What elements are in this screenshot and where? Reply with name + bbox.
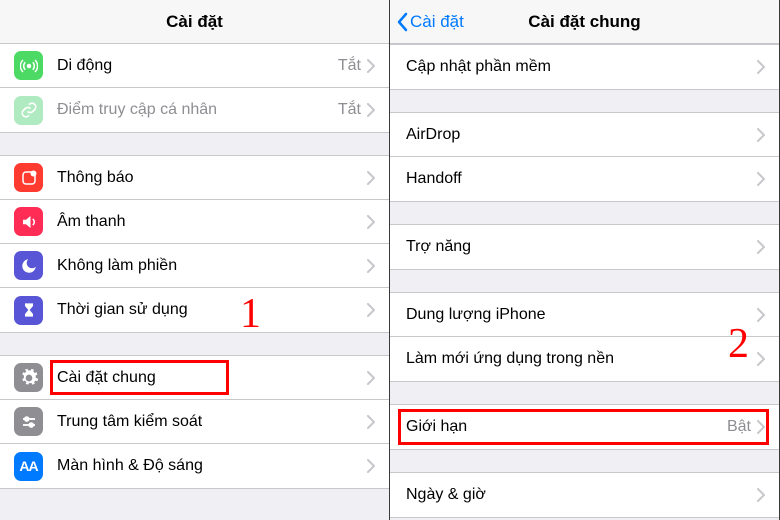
chevron-right-icon (367, 259, 375, 273)
settings-row[interactable]: Handoff (390, 157, 779, 201)
general-list[interactable]: Cập nhật phần mềm AirDrop Handoff Trợ năng D… (390, 44, 779, 520)
row-label: Không làm phiền (57, 257, 367, 275)
row-label: Âm thanh (57, 213, 367, 231)
navbar: Cài đặt (0, 0, 389, 44)
row-label: Cài đặt chung (57, 369, 367, 387)
row-label: Trợ năng (406, 238, 757, 256)
row-label: Cập nhật phần mềm (406, 58, 757, 76)
settings-row[interactable]: Trung tâm kiểm soát (0, 400, 389, 444)
chevron-right-icon (757, 488, 765, 502)
settings-row[interactable]: Dung lượng iPhone (390, 293, 779, 337)
navbar-title: Cài đặt chung (528, 12, 640, 32)
cellular-icon (14, 51, 43, 80)
row-label: Handoff (406, 170, 757, 188)
general-panel: Cài đặt Cài đặt chung Cập nhật phần mềm A… (390, 0, 780, 520)
chevron-right-icon (757, 352, 765, 366)
chevron-right-icon (757, 172, 765, 186)
settings-row[interactable]: AirDrop (390, 113, 779, 157)
back-button[interactable]: Cài đặt (396, 0, 464, 44)
back-label: Cài đặt (410, 12, 464, 32)
chevron-right-icon (757, 128, 765, 142)
screentime-icon (14, 296, 43, 325)
chevron-left-icon (396, 12, 408, 32)
row-label: Thông báo (57, 169, 367, 187)
sounds-icon (14, 207, 43, 236)
row-label: AirDrop (406, 126, 757, 144)
chevron-right-icon (367, 171, 375, 185)
row-label: Trung tâm kiểm soát (57, 413, 367, 431)
control-icon (14, 407, 43, 436)
settings-row[interactable]: Thời gian sử dụng (0, 288, 389, 332)
row-label: Giới hạn (406, 418, 727, 436)
chevron-right-icon (367, 215, 375, 229)
row-value: Tắt (338, 57, 361, 75)
row-label: Dung lượng iPhone (406, 306, 757, 324)
navbar-title: Cài đặt (166, 12, 223, 32)
hotspot-icon (14, 96, 43, 125)
settings-row[interactable]: Làm mới ứng dụng trong nền (390, 337, 779, 381)
settings-row[interactable]: Điểm truy cập cá nhânTắt (0, 88, 389, 132)
chevron-right-icon (757, 420, 765, 434)
notifications-icon (14, 163, 43, 192)
chevron-right-icon (757, 60, 765, 74)
settings-row[interactable]: Cập nhật phần mềm (390, 45, 779, 89)
row-label: Làm mới ứng dụng trong nền (406, 350, 757, 368)
settings-row[interactable]: Cài đặt chung (0, 356, 389, 400)
row-label: Điểm truy cập cá nhân (57, 101, 338, 119)
chevron-right-icon (367, 303, 375, 317)
settings-row[interactable]: Giới hạnBật (390, 405, 779, 449)
row-label: Di động (57, 57, 338, 75)
navbar: Cài đặt Cài đặt chung (390, 0, 779, 44)
row-label: Màn hình & Độ sáng (57, 457, 367, 475)
settings-panel: Cài đặt Di độngTắtĐiểm truy cập cá nhânT… (0, 0, 390, 520)
settings-row[interactable]: Thông báo (0, 156, 389, 200)
chevron-right-icon (757, 240, 765, 254)
row-label: Ngày & giờ (406, 486, 757, 504)
chevron-right-icon (367, 415, 375, 429)
settings-row[interactable]: Di độngTắt (0, 44, 389, 88)
dnd-icon (14, 251, 43, 280)
general-icon (14, 363, 43, 392)
chevron-right-icon (367, 59, 375, 73)
settings-row[interactable]: Không làm phiền (0, 244, 389, 288)
settings-row[interactable]: Trợ năng (390, 225, 779, 269)
settings-row[interactable]: AA Màn hình & Độ sáng (0, 444, 389, 488)
row-value: Tắt (338, 101, 361, 119)
settings-row[interactable]: Ngày & giờ (390, 473, 779, 517)
chevron-right-icon (757, 308, 765, 322)
chevron-right-icon (367, 103, 375, 117)
settings-row[interactable]: Âm thanh (0, 200, 389, 244)
settings-list[interactable]: Di độngTắtĐiểm truy cập cá nhânTắtThông … (0, 44, 389, 520)
chevron-right-icon (367, 371, 375, 385)
row-value: Bật (727, 418, 751, 436)
chevron-right-icon (367, 459, 375, 473)
row-label: Thời gian sử dụng (57, 301, 367, 319)
display-icon: AA (14, 452, 43, 481)
